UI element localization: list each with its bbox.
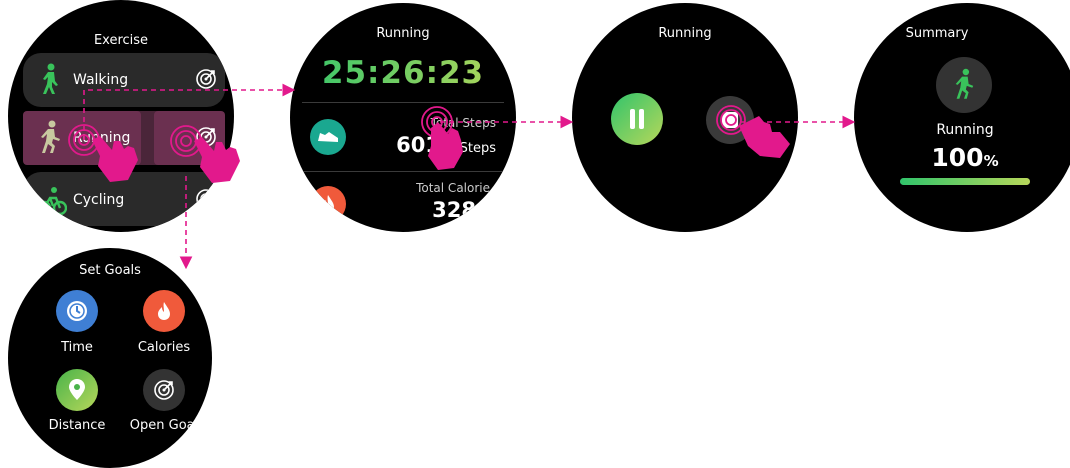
calories-label: Total Calorie	[416, 181, 490, 195]
target-icon[interactable]	[195, 126, 217, 148]
flame-icon	[310, 186, 346, 222]
set-goals-watch-screen: Set Goals Time Calories Distance Open Go…	[8, 248, 212, 468]
goal-option-time[interactable]	[56, 290, 98, 332]
stop-button[interactable]	[706, 96, 754, 144]
exercise-item-walking[interactable]: Walking	[23, 53, 225, 107]
goal-option-calories[interactable]	[143, 290, 185, 332]
screen-title: Exercise	[93, 33, 149, 48]
pause-button[interactable]	[611, 93, 663, 145]
steps-value: 6011	[396, 133, 455, 157]
stop-icon	[722, 112, 738, 128]
running-stats-watch-screen: Running 25:26:23 Total Steps 6011 Steps …	[290, 3, 516, 232]
percent-number: 100	[931, 143, 984, 172]
exercise-item-label: Walking	[73, 72, 129, 88]
percent-sign: %	[983, 152, 999, 170]
flame-icon	[158, 302, 170, 320]
summary-watch-screen: Summary Running 100%	[854, 3, 1070, 232]
steps-label: Total Steps	[430, 116, 496, 130]
pause-watch-screen: Running	[572, 3, 798, 232]
calories-value: 328	[432, 198, 476, 222]
steps-icon	[310, 119, 346, 155]
steps-unit: Steps	[459, 141, 496, 156]
progress-track	[900, 178, 1030, 185]
exercise-item-running[interactable]: Running	[23, 111, 225, 165]
clock-icon	[67, 301, 87, 321]
steps-readout: 6011 Steps	[396, 133, 496, 157]
cycling-icon	[37, 187, 67, 216]
goal-option-label: Calories	[137, 340, 191, 355]
screen-title: Set Goals	[79, 263, 141, 278]
exercise-item-cycling[interactable]: Cycling	[23, 172, 225, 226]
map-pin-icon	[69, 379, 85, 400]
pause-icon	[630, 109, 644, 129]
summary-percent: 100%	[854, 143, 1070, 172]
goal-option-distance[interactable]	[56, 369, 98, 411]
screen-title: Running	[658, 26, 712, 41]
target-icon[interactable]	[195, 68, 217, 90]
target-icon[interactable]	[195, 188, 217, 210]
goal-option-label: Open Goal	[129, 418, 199, 433]
elapsed-timer: 25:26:23	[290, 55, 516, 91]
walking-icon	[43, 63, 58, 94]
goal-option-open-goal[interactable]	[143, 369, 185, 411]
exercise-item-label: Cycling	[73, 192, 125, 208]
goal-option-label: Time	[61, 340, 93, 355]
summary-activity: Running	[936, 122, 994, 138]
running-icon	[936, 57, 992, 113]
divider	[302, 171, 504, 172]
exercise-watch-screen: Exercise Walking Running Cycling	[8, 0, 234, 232]
divider	[302, 102, 504, 103]
screen-title: Summary	[905, 26, 969, 41]
exercise-item-label: Running	[73, 130, 131, 146]
target-icon	[154, 380, 174, 400]
screen-title: Running	[376, 26, 430, 41]
progress-fill	[900, 178, 1030, 185]
running-icon	[41, 120, 60, 153]
goal-option-label: Distance	[48, 418, 106, 433]
